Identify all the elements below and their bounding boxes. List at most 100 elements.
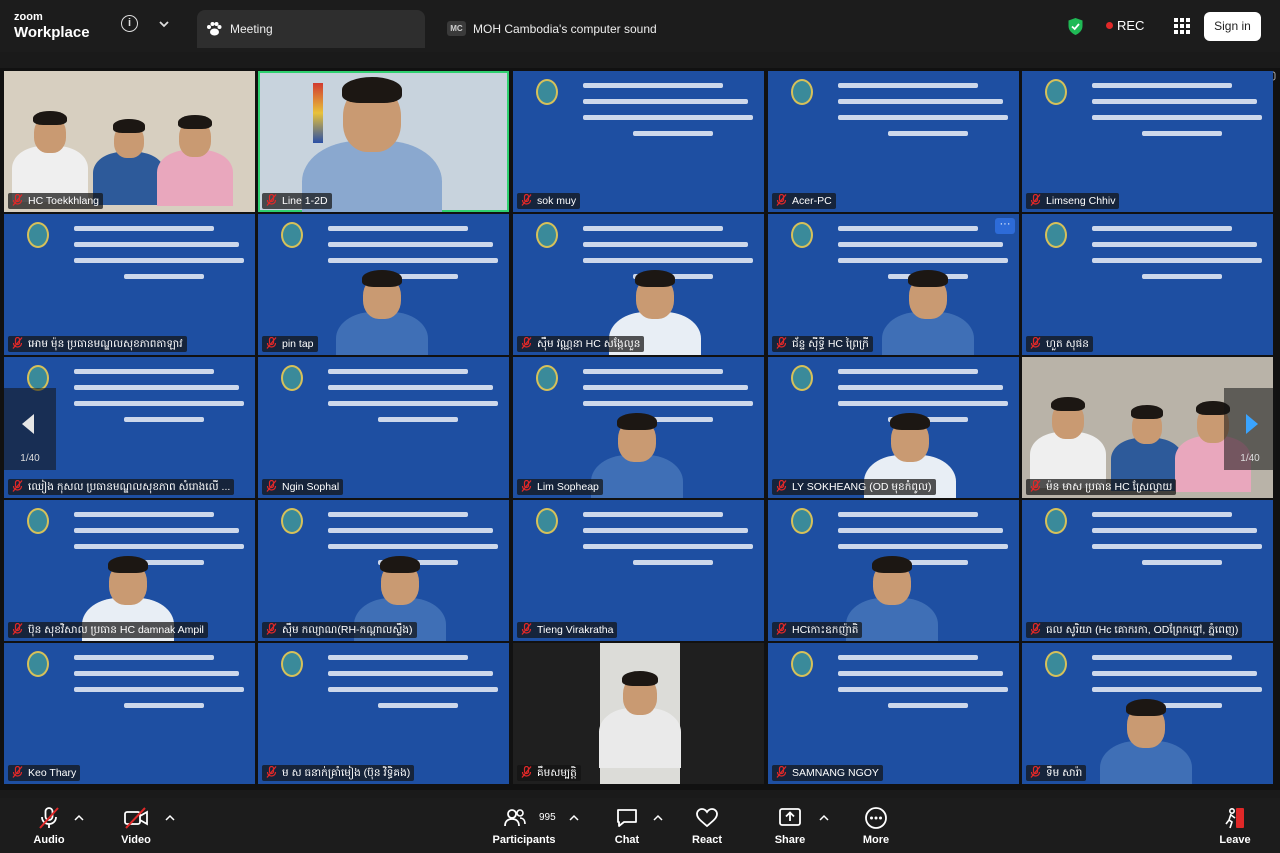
participant-name: sok muy [537, 195, 577, 207]
participant-name: ជ័ន្ទ សុីទ្ធី HC ព្រៃក្រី [792, 338, 869, 350]
share-button[interactable]: Share [772, 806, 808, 850]
shared-slide-background [513, 500, 764, 641]
participant-tile[interactable]: Limseng Chhiv [1022, 71, 1273, 212]
ministry-logo-icon [536, 365, 558, 391]
video-button[interactable]: Video [116, 806, 156, 850]
microphone-muted-icon [521, 765, 532, 778]
recording-indicator[interactable]: REC [1106, 18, 1144, 33]
audio-options-caret[interactable] [74, 814, 84, 822]
participant-tile[interactable]: pin tap [258, 214, 509, 355]
participant-tile[interactable]: ស៊ឹម វណ្ណនា HC សង្កែលួន [513, 214, 764, 355]
microphone-muted-icon [266, 336, 277, 349]
microphone-muted-icon [1030, 479, 1041, 492]
ministry-logo-icon [27, 508, 49, 534]
participant-tile[interactable]: ធល សូរិយា (Hc គោករកា, ODព្រែកព្នៅ, ភ្នំព… [1022, 500, 1273, 641]
apps-grid-icon[interactable] [1174, 18, 1190, 34]
microphone-muted-icon [1030, 622, 1041, 635]
microphone-muted-icon [12, 193, 23, 206]
leave-button[interactable]: Leave [1216, 806, 1254, 850]
participant-tile[interactable]: អោម ម៉ុន ប្រធានមណ្ឌលសុខភាពតាឡាវ [4, 214, 255, 355]
previous-page-button[interactable]: 1/40 [4, 388, 56, 470]
share-options-caret[interactable] [819, 814, 829, 822]
shield-check-icon[interactable] [1067, 17, 1084, 36]
react-label: React [692, 834, 722, 846]
record-dot-icon [1106, 22, 1113, 29]
microphone-muted-icon [521, 193, 532, 206]
sign-in-button[interactable]: Sign in [1204, 12, 1261, 41]
participant-name: Tieng Virakratha [537, 624, 614, 636]
shared-slide-background [1022, 71, 1273, 212]
participant-tile[interactable]: HC Toekkhlang [4, 71, 255, 212]
participant-name: pin tap [282, 338, 314, 350]
participant-tile[interactable]: Keo Thary [4, 643, 255, 784]
participant-name-tag: pin tap [262, 336, 318, 352]
brand-top: zoom [14, 11, 43, 23]
react-button[interactable]: React [688, 806, 726, 850]
video-label: Video [121, 834, 151, 846]
flag-decoration [313, 83, 323, 143]
microphone-muted-icon [266, 479, 277, 492]
ministry-logo-icon [281, 508, 303, 534]
chat-options-caret[interactable] [653, 814, 663, 822]
participant-name-tag: sok muy [517, 193, 581, 209]
participant-name: ស៊ឹម កល្យាណ(RH-កណ្ដាលស្ទឹង) [282, 624, 413, 636]
ministry-logo-icon [1045, 508, 1067, 534]
heart-icon [696, 808, 718, 828]
avatar-initials: MC [447, 21, 466, 36]
participant-tile[interactable]: គឹមសម្បត្តិ [513, 643, 764, 784]
participants-options-caret[interactable] [569, 814, 579, 822]
audio-button[interactable]: Audio [28, 806, 70, 850]
participant-name-tag: ទឹម សារ៉ា [1026, 765, 1087, 781]
participant-tile[interactable]: ម ស ធនាក់គ្រាំមៀង (ប៊ុន វិទ្ធិគង) [258, 643, 509, 784]
participant-name: ទឹម សារ៉ា [1046, 767, 1083, 779]
microphone-muted-icon [776, 622, 787, 635]
ministry-logo-icon [1045, 222, 1067, 248]
participant-name: SAMNANG NGOY [792, 767, 879, 779]
participant-tile[interactable]: ប៊ុន សុខវិសាល ប្រធាន HC damnak Ampil [4, 500, 255, 641]
chevron-down-icon[interactable] [154, 14, 174, 34]
ministry-logo-icon [27, 651, 49, 677]
participant-tile[interactable]: Line 1-2D [258, 71, 509, 212]
more-label: More [862, 834, 890, 846]
participant-tile[interactable]: sok muy [513, 71, 764, 212]
ministry-logo-icon [791, 79, 813, 105]
chat-label: Chat [614, 834, 640, 846]
ministry-logo-icon [791, 222, 813, 248]
participant-tile[interactable]: HCកោះឧកញ៉ាតិ [768, 500, 1019, 641]
tab-meeting[interactable]: Meeting [197, 10, 425, 48]
next-page-button[interactable]: 1/40 [1224, 388, 1276, 470]
participants-count: 995 [539, 812, 556, 823]
participant-tile[interactable]: Ngin Sophal [258, 357, 509, 498]
participant-tile[interactable]: Tieng Virakratha [513, 500, 764, 641]
ministry-logo-icon [1045, 651, 1067, 677]
participant-tile[interactable]: LY SOKHEANG (OD មុខកំពូល) [768, 357, 1019, 498]
info-icon[interactable]: i [121, 15, 138, 32]
participant-tile[interactable]: ស៊ឹម កល្យាណ(RH-កណ្ដាលស្ទឹង) [258, 500, 509, 641]
participant-tile[interactable]: ហួត សុផន [1022, 214, 1273, 355]
ministry-logo-icon [281, 365, 303, 391]
participant-name-tag: ហួត សុផន [1026, 336, 1093, 352]
participant-name-tag: Acer-PC [772, 193, 836, 209]
microphone-muted-icon [521, 479, 532, 492]
participant-tile[interactable]: SAMNANG NGOY [768, 643, 1019, 784]
ministry-logo-icon [27, 222, 49, 248]
participant-name: Keo Thary [28, 767, 77, 779]
ministry-logo-icon [281, 651, 303, 677]
tile-more-options-button[interactable]: ··· [995, 218, 1015, 234]
participant-name-tag: ម៉ន មាស ប្រធាន HC ស្រែល្វាយ [1026, 479, 1177, 495]
more-button[interactable]: More [858, 806, 894, 850]
participant-tile[interactable]: Acer-PC [768, 71, 1019, 212]
participant-tile[interactable]: Lim Sopheap [513, 357, 764, 498]
participant-name-tag: SAMNANG NGOY [772, 765, 883, 781]
participant-name: ឈៀង កុសល ប្រធានមណ្ឌលសុខភាព សំរោងលើ ... [28, 481, 231, 493]
video-options-caret[interactable] [165, 814, 175, 822]
participant-name-tag: Tieng Virakratha [517, 622, 618, 638]
participant-name: ធល សូរិយា (Hc គោករកា, ODព្រែកព្នៅ, ភ្នំព… [1046, 624, 1239, 636]
participant-name: Acer-PC [792, 195, 832, 207]
participant-tile[interactable]: ទឹម សារ៉ា [1022, 643, 1273, 784]
chat-button[interactable]: Chat [610, 806, 644, 850]
video-off-icon [124, 807, 148, 829]
microphone-muted-icon [776, 336, 787, 349]
participant-name: ស៊ឹម វណ្ណនា HC សង្កែលួន [537, 338, 641, 350]
participant-tile[interactable]: ··· ជ័ន្ទ សុីទ្ធី HC ព្រៃក្រី [768, 214, 1019, 355]
